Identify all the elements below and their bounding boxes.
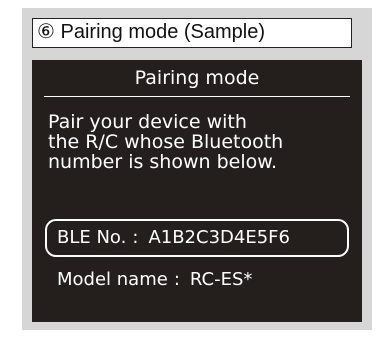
model-label: Model name bbox=[57, 269, 168, 290]
model-name-line: Model name: RC-ES* bbox=[57, 268, 252, 292]
remote-control-display: Pairing mode Pair your device with the R… bbox=[32, 60, 362, 322]
caption-number: ⑥ bbox=[37, 21, 55, 43]
model-value: RC-ES* bbox=[189, 269, 253, 290]
ble-label: BLE No. bbox=[57, 227, 127, 248]
figure-caption: ⑥ Pairing mode (Sample) bbox=[32, 18, 352, 48]
pairing-instructions: Pair your device with the R/C whose Blue… bbox=[48, 112, 348, 172]
ble-value: A1B2C3D4E5F6 bbox=[148, 227, 290, 248]
title-divider bbox=[44, 96, 350, 97]
ble-separator: : bbox=[132, 227, 139, 248]
model-separator: : bbox=[173, 269, 180, 290]
figure-panel: ⑥ Pairing mode (Sample) Pairing mode Pai… bbox=[22, 8, 372, 330]
message-line: Pair your device with bbox=[48, 111, 247, 133]
message-line: the R/C whose Bluetooth bbox=[48, 131, 284, 153]
ble-number-box: BLE No.: A1B2C3D4E5F6 bbox=[45, 219, 349, 257]
caption-text: Pairing mode (Sample) bbox=[60, 21, 266, 43]
message-line: number is shown below. bbox=[48, 151, 278, 173]
screen-title: Pairing mode bbox=[134, 67, 260, 89]
